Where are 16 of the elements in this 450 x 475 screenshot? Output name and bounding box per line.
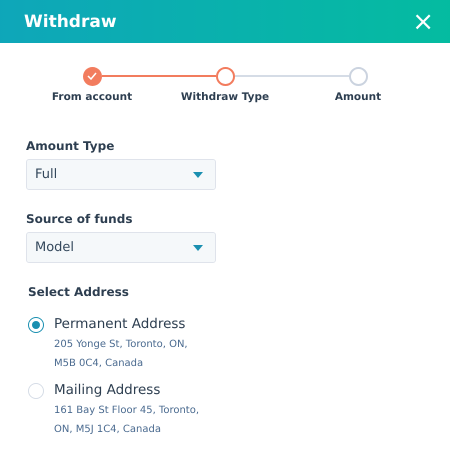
caret-icon [193, 244, 203, 250]
dropdown[interactable]: Model [26, 232, 216, 263]
radio-button[interactable] [28, 317, 44, 333]
section-title: Select Address [28, 285, 130, 299]
address-text: 161 Bay St Floor 45, Toronto, ON, M5J 1C4, Canada [54, 404, 200, 437]
dropdown[interactable]: Full [26, 159, 216, 190]
field-label: Source of funds [26, 212, 134, 226]
address-text: 205 Yonge St, Toronto, ON, M5B 0C4, Canada [54, 338, 189, 371]
window-title: Withdraw [24, 12, 117, 32]
step-label: Withdraw Type [180, 91, 270, 103]
step-label: Amount [334, 91, 382, 103]
option-label: Mailing Address [54, 381, 162, 400]
field-label: Amount Type [26, 139, 116, 153]
option-label: Permanent Address [54, 315, 186, 334]
step-label: From account [52, 91, 132, 103]
caret-icon [193, 172, 203, 178]
